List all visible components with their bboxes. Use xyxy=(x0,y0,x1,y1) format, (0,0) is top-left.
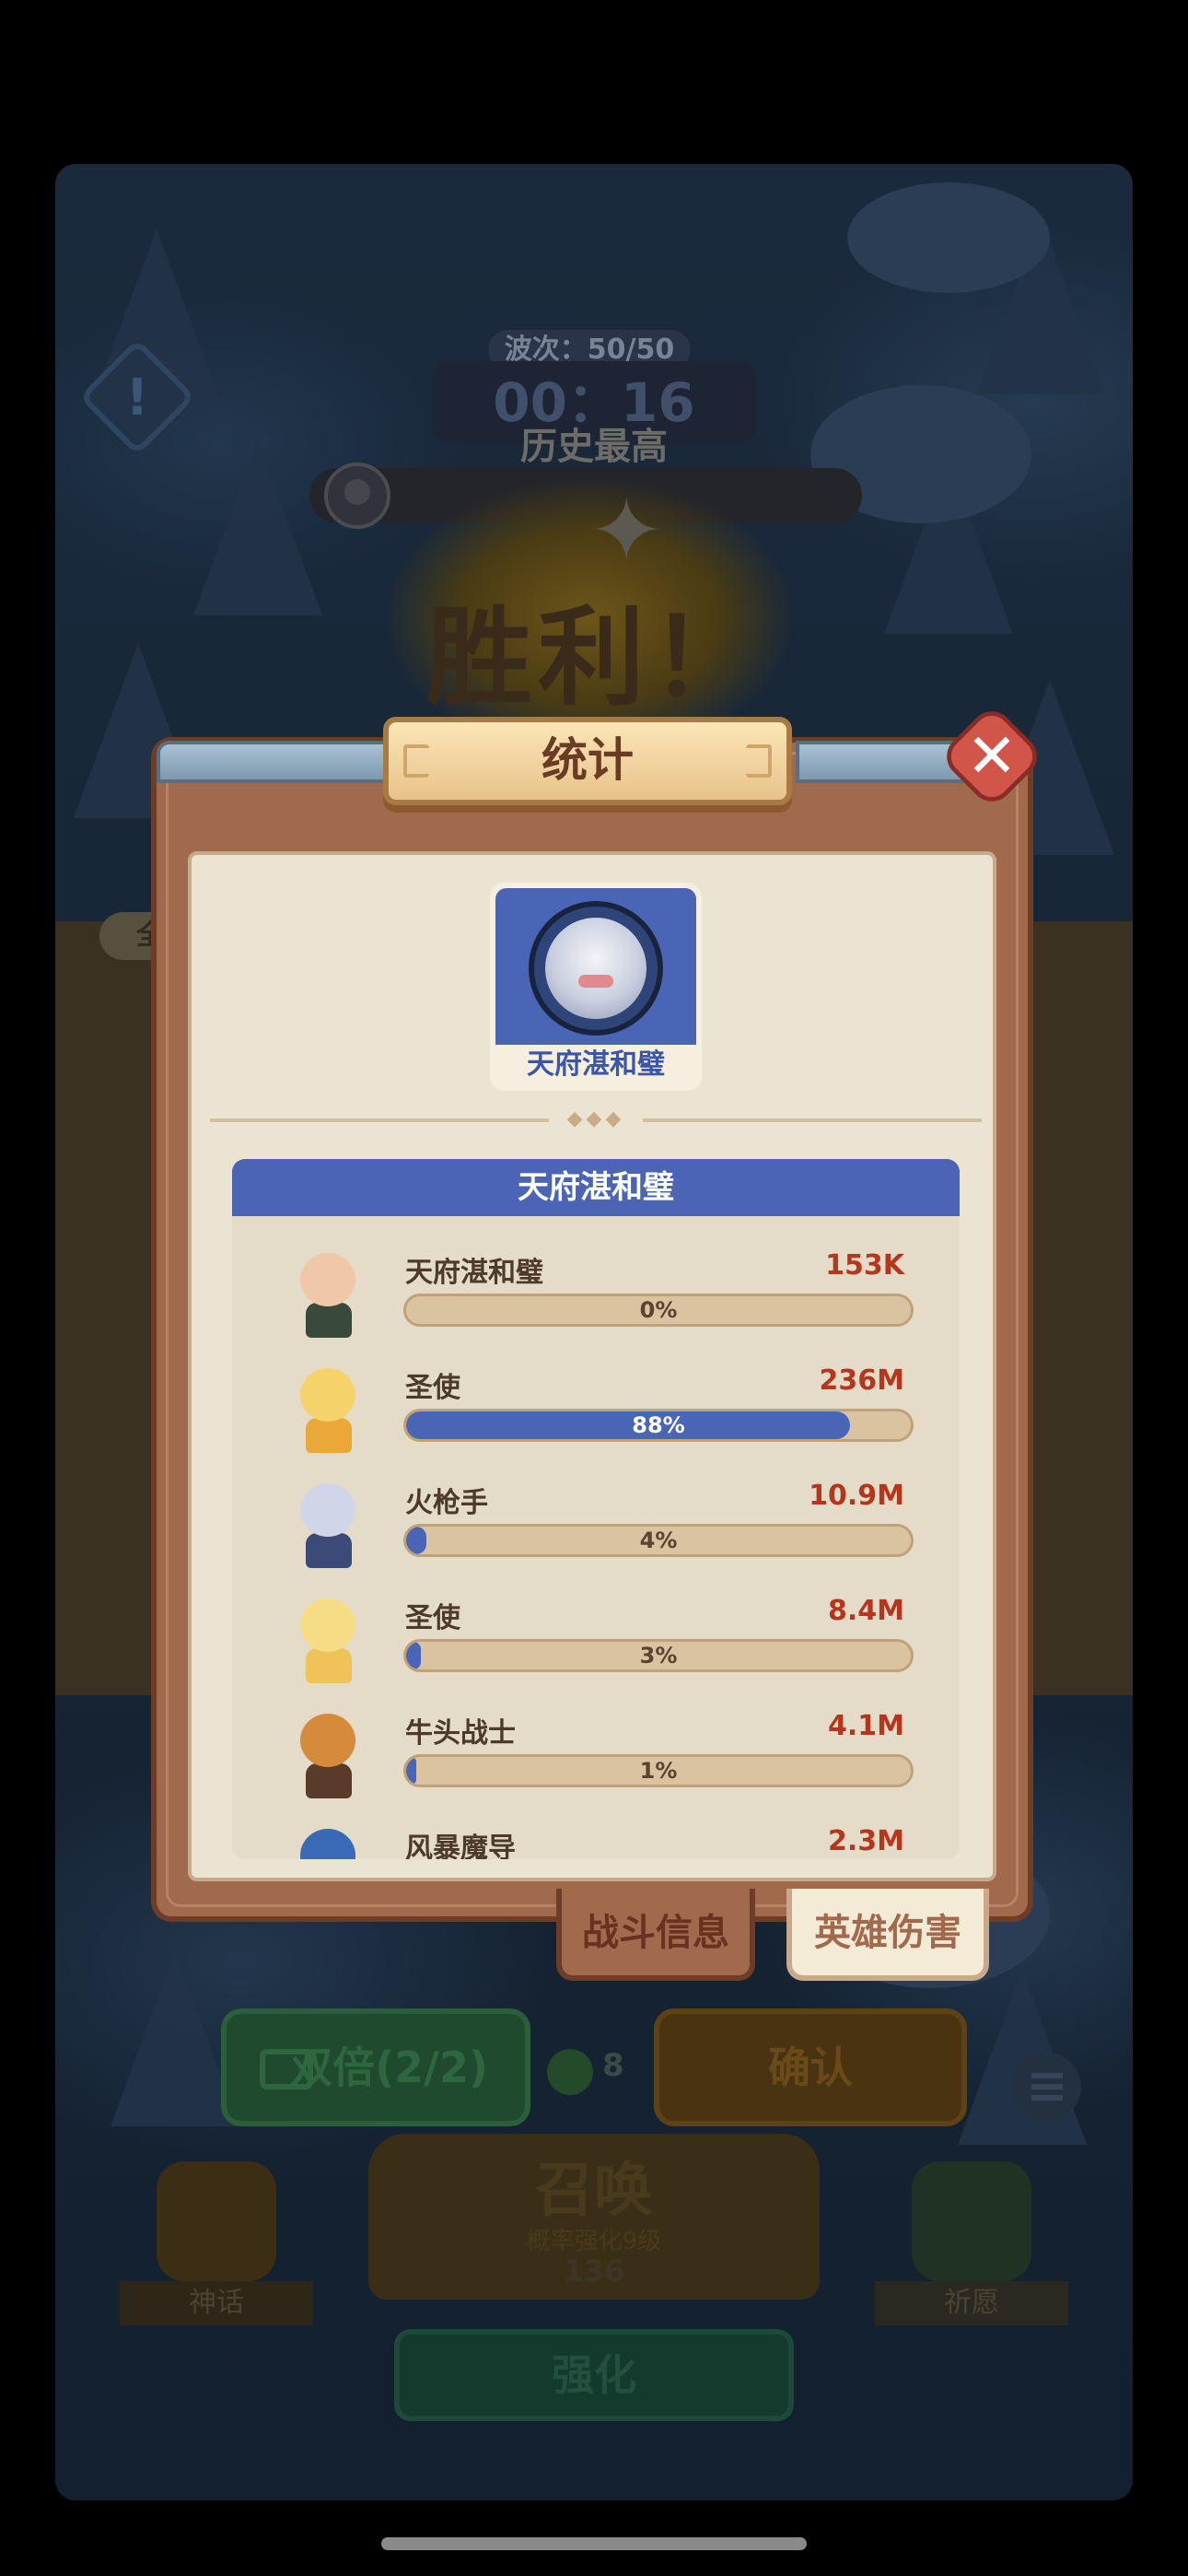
myth-label: 神话 xyxy=(120,2281,313,2325)
damage-share-percent: 1% xyxy=(639,1758,678,1784)
damage-share-percent: 0% xyxy=(639,1297,678,1323)
selected-hero-name: 天府湛和璧 xyxy=(527,1048,665,1081)
damage-share-bar: 1% xyxy=(403,1754,914,1787)
hero-avatar-icon xyxy=(280,1361,374,1455)
damage-share-percent: 3% xyxy=(639,1643,678,1669)
strengthen-button[interactable]: 强化 xyxy=(394,2329,794,2421)
confirm-button[interactable]: 确认 xyxy=(654,2008,967,2126)
double-reward-label: 双倍(2/2) xyxy=(290,2043,488,2092)
hero-avatar-icon xyxy=(280,1476,374,1570)
side-banner-right xyxy=(1022,921,1133,1695)
damage-panel-title: 天府湛和璧 xyxy=(232,1159,960,1216)
damage-share-percent: 88% xyxy=(632,1412,685,1438)
dialog-content: 天府湛和璧 ◆◆◆ 天府湛和璧 天府湛和璧 153K 0% 圣使 236M 88% 火枪手 1… xyxy=(188,851,996,1881)
damage-row: 火枪手 10.9M 4% xyxy=(232,1467,960,1582)
coin-count: 8 xyxy=(602,2047,624,2084)
damage-share-bar: 4% xyxy=(403,1524,914,1557)
hero-name: 火枪手 xyxy=(405,1487,488,1519)
side-banner-left xyxy=(55,921,166,1695)
tab-hero-damage[interactable]: 英雄伤害 xyxy=(786,1889,989,1981)
hero-name: 天府湛和璧 xyxy=(405,1257,543,1289)
hero-name: 风暴魔导 xyxy=(405,1832,516,1859)
pray-label: 祈愿 xyxy=(875,2281,1068,2325)
damage-row: 圣使 8.4M 3% xyxy=(232,1582,960,1697)
damage-value: 10.9M xyxy=(809,1480,904,1512)
damage-row: 圣使 236M 88% xyxy=(232,1352,960,1467)
close-button[interactable]: ✕ xyxy=(938,702,1046,811)
myth-button[interactable]: 神话 xyxy=(120,2161,313,2327)
damage-row: 牛头战士 4.1M 1% xyxy=(232,1697,960,1812)
sparkle-icon: ✦ xyxy=(589,479,664,582)
home-indicator xyxy=(381,2537,807,2550)
hero-name: 圣使 xyxy=(405,1602,460,1634)
damage-value: 2.3M xyxy=(828,1825,904,1857)
dialog-title-banner: 统计 xyxy=(383,717,792,805)
pray-button[interactable]: 祈愿 xyxy=(875,2161,1068,2327)
damage-panel: 天府湛和璧 天府湛和璧 153K 0% 圣使 236M 88% 火枪手 10.9M 4% 圣使 8.… xyxy=(232,1159,960,1859)
damage-row: 天府湛和璧 153K 0% xyxy=(232,1236,960,1352)
damage-value: 153K xyxy=(825,1249,904,1282)
menu-icon[interactable] xyxy=(1013,2053,1081,2121)
damage-row: 风暴魔导2.3M1% xyxy=(232,1812,960,1859)
double-reward-button[interactable]: 双倍(2/2) xyxy=(221,2008,530,2126)
summon-cost: 136 xyxy=(563,2254,625,2289)
hero-avatar-icon xyxy=(280,1591,374,1685)
selected-hero-card[interactable]: 天府湛和璧 xyxy=(490,883,702,1091)
close-icon: ✕ xyxy=(966,720,1018,791)
dialog-title: 统计 xyxy=(542,733,634,787)
skull-icon xyxy=(324,463,390,529)
summon-title: 召唤 xyxy=(535,2157,653,2225)
pray-emblem-icon xyxy=(912,2161,1031,2281)
damage-value: 236M xyxy=(819,1364,904,1397)
hero-card-header xyxy=(495,888,696,1045)
damage-share-bar: 3% xyxy=(403,1639,914,1672)
snow-mound xyxy=(847,182,1050,293)
damage-share-percent: 4% xyxy=(639,1528,678,1553)
hero-portrait-icon xyxy=(545,918,646,1019)
statistics-dialog: 统计 ✕ 天府湛和璧 ◆◆◆ 天府湛和璧 天府湛和璧 153K 0% 圣使 236M 88… xyxy=(151,702,1046,1981)
pine-tree xyxy=(958,1970,1087,2145)
hero-avatar-icon xyxy=(280,1246,374,1340)
frame-band-left xyxy=(157,741,396,783)
summon-button[interactable]: 召唤 概率强化9级 136 xyxy=(368,2134,820,2300)
hero-portrait-ring xyxy=(529,901,663,1036)
damage-share-bar: 88% xyxy=(403,1409,914,1442)
summon-subtitle: 概率强化9级 xyxy=(526,2228,662,2255)
damage-share-bar: 0% xyxy=(403,1294,914,1327)
hero-avatar-icon xyxy=(280,1706,374,1800)
tab-battle-info[interactable]: 战斗信息 xyxy=(556,1889,755,1981)
history-best-label: 历史最高 xyxy=(520,426,668,468)
divider-ornament: ◆◆◆ xyxy=(549,1107,643,1131)
hero-name: 牛头战士 xyxy=(405,1717,516,1750)
hero-name: 圣使 xyxy=(405,1372,460,1404)
damage-value: 8.4M xyxy=(828,1595,904,1627)
hero-avatar-icon xyxy=(280,1821,374,1859)
pine-tree xyxy=(111,1951,239,2126)
damage-value: 4.1M xyxy=(828,1710,904,1742)
myth-emblem-icon xyxy=(157,2161,276,2281)
victory-title: 胜利！ xyxy=(425,596,763,720)
